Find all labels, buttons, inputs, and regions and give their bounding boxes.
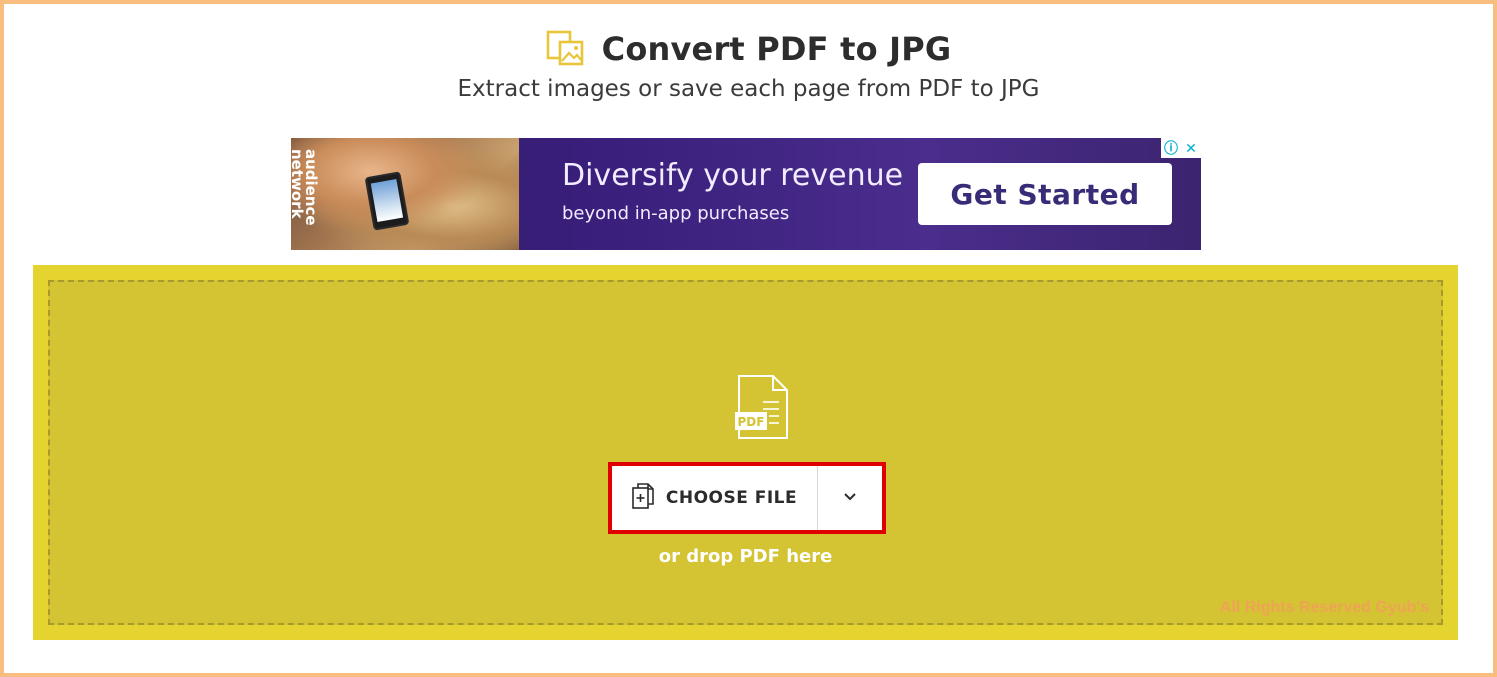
page-subtitle: Extract images or save each page from PD… — [457, 76, 1040, 102]
ad-info-icon[interactable]: ⓘ — [1161, 138, 1181, 158]
choose-file-highlight: CHOOSE FILE — [608, 462, 886, 534]
ad-controls: ⓘ ✕ — [1161, 138, 1201, 158]
page-frame: Convert PDF to JPG Extract images or sav… — [0, 0, 1497, 677]
pdf-to-image-icon — [546, 29, 586, 69]
ad-banner[interactable]: audience network Diversify your revenue … — [291, 138, 1201, 250]
ad-close-icon[interactable]: ✕ — [1181, 138, 1201, 158]
file-source-dropdown-button[interactable] — [818, 466, 882, 530]
page-header: Convert PDF to JPG Extract images or sav… — [4, 26, 1493, 102]
page-title: Convert PDF to JPG — [601, 30, 952, 68]
add-file-icon — [632, 482, 654, 514]
chevron-down-icon — [843, 489, 857, 507]
dropzone-container: PDF CHOOSE FILE or drop PDF here All Rig… — [33, 265, 1458, 640]
file-dropzone[interactable]: PDF CHOOSE FILE or drop PDF here All Rig… — [48, 280, 1443, 625]
ad-get-started-button[interactable]: Get Started — [918, 163, 1172, 225]
ad-photo — [291, 138, 519, 250]
pdf-file-icon: PDF — [735, 374, 789, 440]
title-row: Convert PDF to JPG — [4, 26, 1493, 72]
ad-subline: beyond in-app purchases — [562, 203, 790, 224]
drop-hint-text: or drop PDF here — [658, 546, 833, 567]
ad-headline: Diversify your revenue — [562, 158, 904, 193]
choose-file-label: CHOOSE FILE — [665, 488, 798, 508]
watermark-text: All Rights Reserved Gyub's — [1219, 599, 1429, 616]
choose-file-button[interactable]: CHOOSE FILE — [612, 466, 818, 530]
ad-phone-image — [364, 171, 410, 231]
pdf-icon-label: PDF — [738, 415, 765, 429]
ad-brand-logo: audience network — [291, 149, 320, 226]
